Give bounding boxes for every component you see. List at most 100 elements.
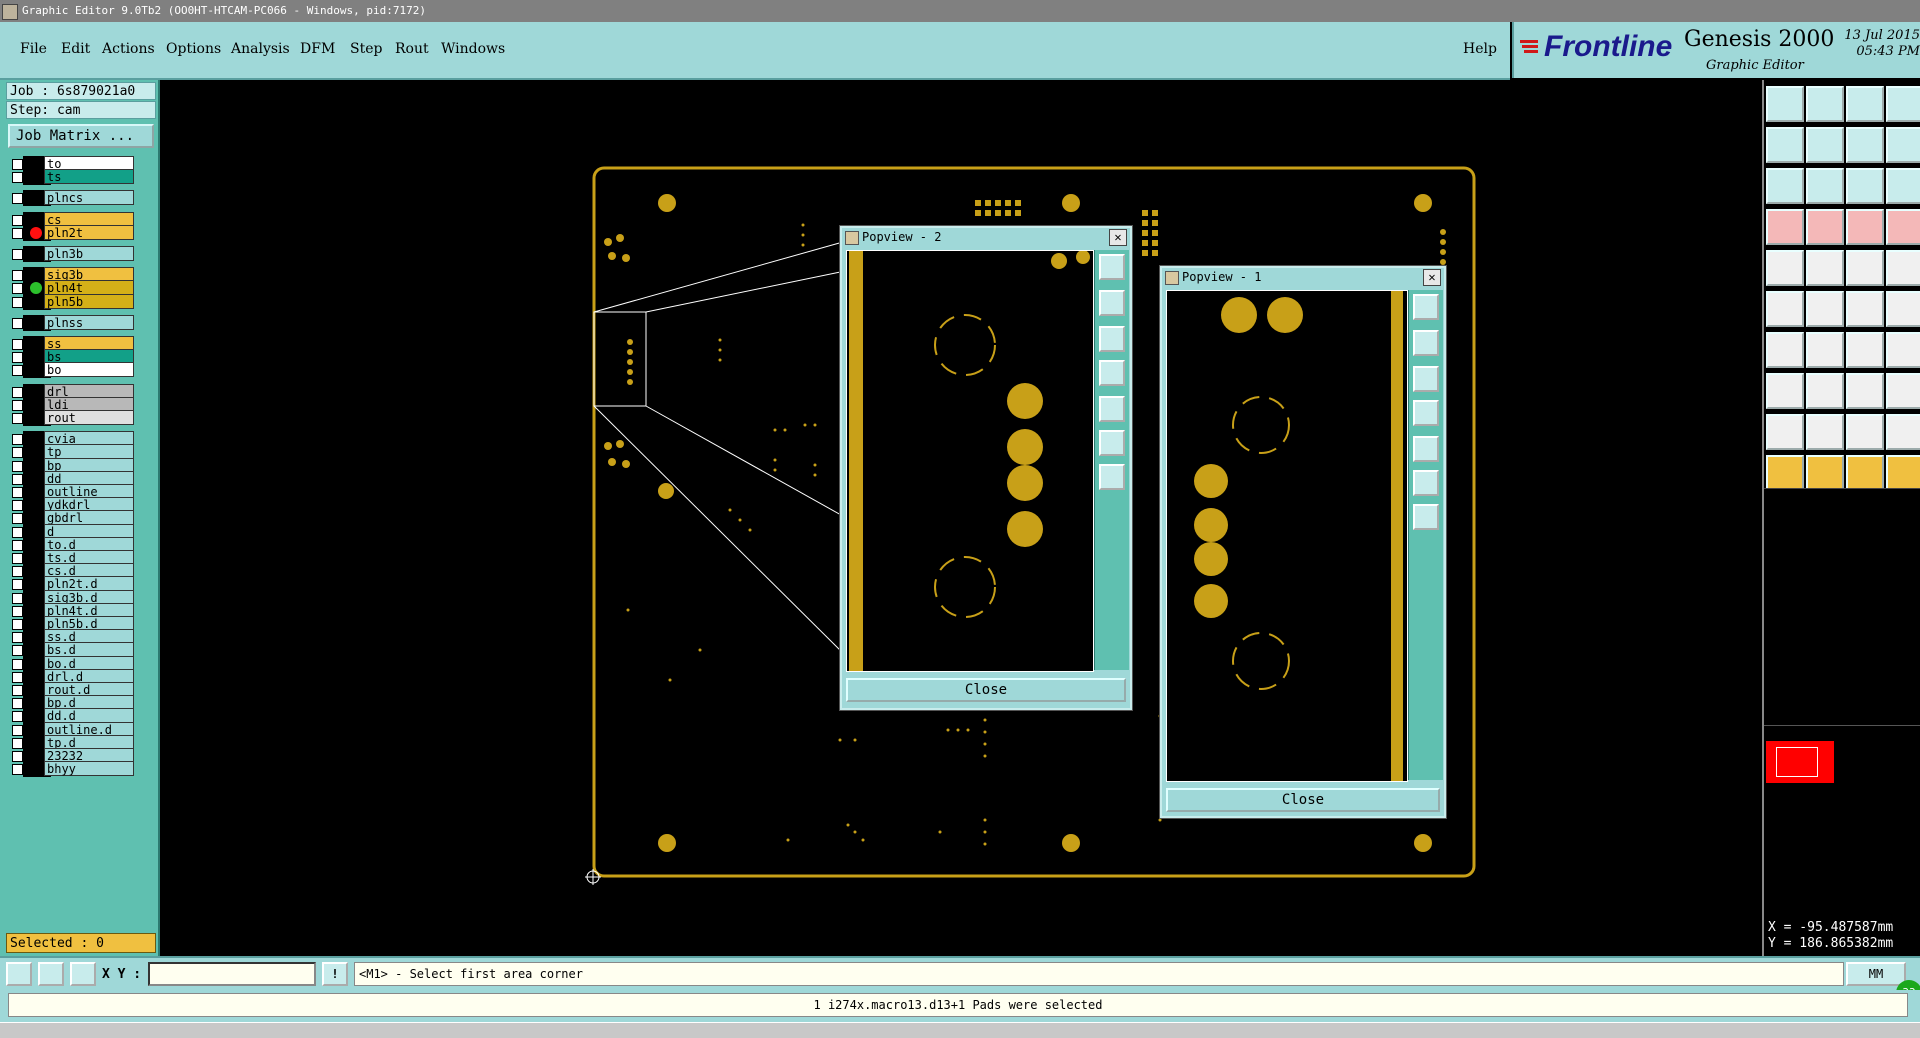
popview-tool-icon[interactable] [1099, 290, 1125, 316]
menu-analysis[interactable]: Analysis [231, 41, 290, 57]
tool-button-icon[interactable] [1766, 86, 1804, 122]
tool-button-icon[interactable] [1846, 250, 1884, 286]
popview-2-titlebar[interactable]: Popview - 2 [842, 228, 1130, 246]
popview-tool-icon[interactable] [1099, 430, 1125, 456]
tool-button-icon[interactable] [1766, 373, 1804, 409]
layer-row[interactable]: plnss [8, 314, 158, 331]
popview-tool-icon[interactable] [1099, 326, 1125, 352]
tool-button-icon[interactable] [1886, 168, 1920, 204]
layer-checkbox[interactable] [12, 172, 23, 184]
layer-row[interactable]: pln2t [8, 224, 158, 241]
popview-tool-icon[interactable] [1413, 366, 1439, 392]
menu-actions[interactable]: Actions [102, 41, 155, 57]
units-button[interactable]: MM [1846, 962, 1906, 986]
tool-button-icon[interactable] [1766, 291, 1804, 327]
menu-edit[interactable]: Edit [61, 41, 90, 57]
tool-button-icon[interactable] [1806, 209, 1844, 245]
minimap-viewport[interactable] [1766, 741, 1834, 783]
measure-icon[interactable] [38, 962, 64, 986]
job-matrix-button[interactable]: Job Matrix ... [8, 124, 154, 148]
grid-icon[interactable] [70, 962, 96, 986]
tool-button-icon[interactable] [1886, 250, 1920, 286]
tool-button-icon[interactable] [1886, 86, 1920, 122]
popview-tool-icon[interactable] [1413, 470, 1439, 496]
tool-button-icon[interactable] [1886, 209, 1920, 245]
tool-button-icon[interactable] [1846, 209, 1884, 245]
tool-button-icon[interactable] [1846, 455, 1884, 491]
tool-button-icon[interactable] [1846, 127, 1884, 163]
tool-button-icon[interactable] [1846, 332, 1884, 368]
popview-tool-icon[interactable] [1413, 504, 1439, 530]
tool-button-icon[interactable] [1886, 414, 1920, 450]
layer-checkbox[interactable] [12, 317, 23, 329]
popview-1-close-icon[interactable]: ✕ [1423, 269, 1441, 286]
layer-checkbox[interactable] [12, 764, 23, 776]
layer-checkbox[interactable] [12, 249, 23, 260]
tool-button-icon[interactable] [1806, 414, 1844, 450]
popview-tool-icon[interactable] [1099, 254, 1125, 280]
tool-button-icon[interactable] [1766, 332, 1804, 368]
tool-button-icon[interactable] [1886, 455, 1920, 491]
tool-button-icon[interactable] [1846, 168, 1884, 204]
tool-button-icon[interactable] [1846, 414, 1884, 450]
xy-input[interactable] [148, 962, 316, 986]
tool-button-icon[interactable] [1886, 291, 1920, 327]
tool-button-icon[interactable] [1806, 291, 1844, 327]
popview-2-close-button[interactable]: Close [846, 678, 1126, 702]
layer-checkbox[interactable] [12, 227, 23, 239]
layer-name[interactable]: pln3b [44, 246, 134, 261]
layer-name[interactable]: plncs [44, 190, 134, 206]
layer-checkbox[interactable] [12, 296, 23, 308]
tool-button-icon[interactable] [1806, 332, 1844, 368]
layer-row[interactable]: rout [8, 410, 158, 426]
tool-button-icon[interactable] [1766, 250, 1804, 286]
menu-rout[interactable]: Rout [395, 41, 429, 57]
menu-step[interactable]: Step [350, 41, 382, 57]
tool-button-icon[interactable] [1806, 250, 1844, 286]
layer-name[interactable]: bhyy [44, 761, 134, 777]
layer-checkbox[interactable] [12, 413, 23, 424]
tool-button-icon[interactable] [1806, 86, 1844, 122]
layer-checkbox[interactable] [12, 365, 23, 377]
layer-row[interactable]: plncs [8, 190, 158, 207]
popview-tool-icon[interactable] [1099, 360, 1125, 386]
popview-tool-icon[interactable] [1413, 436, 1439, 462]
layer-row[interactable]: bo [8, 362, 158, 379]
tool-button-icon[interactable] [1886, 373, 1920, 409]
layer-name[interactable]: pln2t [44, 224, 134, 240]
popview-tool-icon[interactable] [1413, 294, 1439, 320]
tool-button-icon[interactable] [1766, 414, 1804, 450]
alert-icon[interactable]: ! [322, 962, 348, 986]
popview-tool-icon[interactable] [1413, 400, 1439, 426]
layer-row[interactable]: ts [8, 169, 158, 186]
layer-checkbox[interactable] [12, 193, 23, 205]
tool-button-icon[interactable] [1806, 373, 1844, 409]
layer-row[interactable]: pln3b [8, 246, 158, 262]
snap-mode-icon[interactable] [6, 962, 32, 986]
tool-button-icon[interactable] [1766, 127, 1804, 163]
tool-button-icon[interactable] [1886, 127, 1920, 163]
menu-windows[interactable]: Windows [441, 41, 505, 57]
popview-tool-icon[interactable] [1413, 330, 1439, 356]
tool-button-icon[interactable] [1846, 373, 1884, 409]
tool-button-icon[interactable] [1766, 168, 1804, 204]
popview-1-titlebar[interactable]: Popview - 1 [1162, 268, 1444, 286]
minimap[interactable] [1764, 488, 1920, 933]
layer-name[interactable]: plnss [44, 314, 134, 330]
menu-dfm[interactable]: DFM [300, 41, 335, 57]
tool-button-icon[interactable] [1766, 209, 1804, 245]
popview-1-close-button[interactable]: Close [1166, 788, 1440, 812]
tool-button-icon[interactable] [1806, 455, 1844, 491]
layer-name[interactable]: rout [44, 410, 134, 425]
tool-button-icon[interactable] [1766, 455, 1804, 491]
menu-options[interactable]: Options [166, 41, 221, 57]
menu-file[interactable]: File [20, 41, 47, 57]
layer-row[interactable]: pln5b [8, 293, 158, 310]
popview-2-view[interactable] [846, 250, 1094, 672]
tool-button-icon[interactable] [1806, 127, 1844, 163]
tool-button-icon[interactable] [1886, 332, 1920, 368]
popview-2-close-icon[interactable]: ✕ [1109, 229, 1127, 246]
popview-tool-icon[interactable] [1099, 464, 1125, 490]
layer-name[interactable]: bo [44, 362, 134, 378]
popview-1-view[interactable] [1166, 290, 1408, 782]
